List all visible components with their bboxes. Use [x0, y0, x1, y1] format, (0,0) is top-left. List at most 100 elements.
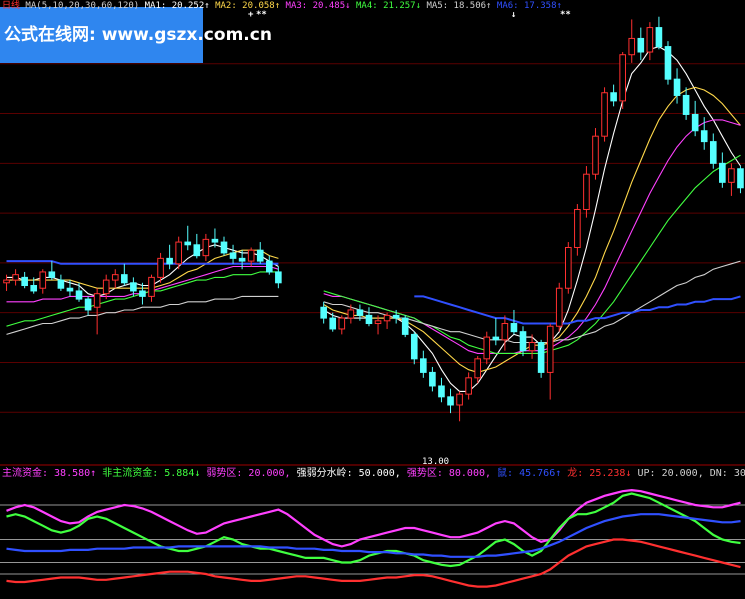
- candle-body: [166, 257, 173, 265]
- candle-body: [383, 314, 391, 322]
- candle-body: [3, 279, 10, 284]
- candle-body: [229, 252, 237, 259]
- candle-body: [682, 94, 690, 115]
- candle-body: [157, 257, 164, 278]
- candle-body: [365, 314, 373, 325]
- indicator-series-1: [6, 492, 741, 568]
- candle-body: [247, 249, 255, 262]
- legend-shu: 鼠: 45.766↑: [491, 468, 562, 479]
- candle-body: [737, 168, 744, 189]
- legend-main-fund: 主流资金: 38.580↑: [2, 468, 97, 479]
- candle-body: [664, 46, 672, 80]
- candle-body: [184, 241, 192, 246]
- candle-body: [121, 274, 128, 284]
- candle-body: [193, 244, 201, 257]
- legend-ma4: MA4: 21.257↓: [350, 1, 422, 11]
- low-price-label: 13.00: [422, 457, 450, 467]
- candle-body: [220, 241, 228, 254]
- indicator-series-0: [6, 488, 741, 548]
- legend-ma3: MA3: 20.485↓: [280, 1, 351, 11]
- candle-body: [30, 285, 38, 292]
- candle-body: [320, 306, 327, 319]
- signal-marker: +: [248, 10, 254, 20]
- price-legend: 日线 MA(5,10,20,30,60,120) MA1: 20.252↑ MA…: [2, 0, 562, 12]
- candle-body: [728, 168, 735, 183]
- candle-body: [574, 208, 581, 249]
- candle-body: [102, 279, 110, 295]
- candle-body: [691, 113, 699, 132]
- candle-body: [592, 135, 599, 175]
- legend-ma1: MA1: 20.252↑: [144, 1, 210, 11]
- legend-long: 龙: 25.238↓: [561, 468, 632, 479]
- candle-body: [48, 271, 56, 278]
- candle-body: [111, 274, 119, 281]
- candle-body: [501, 323, 509, 341]
- candle-body: [211, 238, 219, 243]
- candle-body: [84, 298, 92, 311]
- legend-strong-zone: 强势区: 80.000,: [400, 468, 492, 479]
- candle-body: [601, 92, 608, 137]
- candle-body: [356, 309, 364, 316]
- candle-body: [21, 276, 28, 287]
- legend-watershed: 强弱分水岭: 50.000,: [290, 468, 401, 479]
- candle-body: [238, 257, 246, 262]
- candle-body: [709, 141, 717, 164]
- legend-up-dn: UP: 20.000, DN: 30.000: [637, 468, 745, 479]
- indicator-series-3: [6, 538, 741, 588]
- signal-marker: ↓: [511, 10, 517, 20]
- candle-body: [492, 336, 500, 341]
- candle-body: [410, 333, 418, 360]
- ma-line-ma2: [6, 86, 741, 373]
- candle-body: [347, 309, 355, 319]
- candle-body: [265, 260, 273, 273]
- indicator-legend: 主流资金: 38.580↑ 非主流资金: 5.884↓ 弱势区: 20.000,…: [2, 467, 745, 480]
- candle-body: [510, 323, 518, 333]
- signal-marker: **: [256, 10, 267, 20]
- candle-body: [519, 331, 527, 352]
- legend-ma6: MA6: 17.358↑: [491, 1, 562, 11]
- candle-body: [12, 274, 19, 281]
- candle-body: [202, 238, 210, 257]
- candle-body: [338, 317, 346, 330]
- candle-body: [401, 317, 409, 335]
- candle-body: [429, 371, 436, 387]
- candle-body: [148, 276, 155, 297]
- candle-body: [39, 271, 47, 289]
- candle-body: [583, 173, 590, 210]
- legend-non-main-fund: 非主流资金: 5.884↓: [96, 468, 201, 479]
- candle-body: [57, 279, 65, 289]
- legend-weak-zone: 弱势区: 20.000,: [200, 468, 291, 479]
- candle-body: [528, 342, 536, 352]
- candle-body: [555, 287, 563, 327]
- candle-body: [610, 92, 617, 102]
- candle-body: [93, 293, 101, 308]
- candle-body: [719, 162, 726, 183]
- watermark-banner: 公式在线网: www.gszx.com.cn: [0, 7, 272, 63]
- candle-body: [438, 385, 445, 398]
- candle-body: [465, 377, 472, 395]
- legend-ma5: MA5: 18.506↑: [421, 1, 492, 11]
- candle-body: [175, 241, 182, 265]
- legend-ma-params: MA(5,10,20,30,60,120): [20, 1, 145, 11]
- ma-line-ma1: [6, 46, 741, 392]
- candle-body: [392, 314, 400, 319]
- ma-line-ma5: [6, 260, 741, 344]
- legend-ma2: MA2: 20.058↑: [209, 1, 281, 11]
- candle-body: [700, 130, 708, 143]
- candle-body: [637, 37, 645, 53]
- candle-body: [474, 358, 482, 379]
- candle-body: [420, 358, 427, 373]
- candle-body: [374, 320, 382, 325]
- candle-body: [456, 393, 463, 406]
- signal-marker: **: [560, 10, 571, 20]
- candle-body: [619, 54, 626, 102]
- candle-body: [275, 271, 282, 284]
- chart-canvas: [0, 16, 745, 588]
- candle-body: [655, 27, 663, 48]
- ma-line-ma6: [6, 260, 741, 325]
- candle-body: [256, 249, 264, 262]
- candle-body: [139, 290, 146, 297]
- candle-body: [546, 325, 554, 373]
- candle-body: [646, 27, 654, 53]
- legend-period: 日线: [2, 1, 21, 11]
